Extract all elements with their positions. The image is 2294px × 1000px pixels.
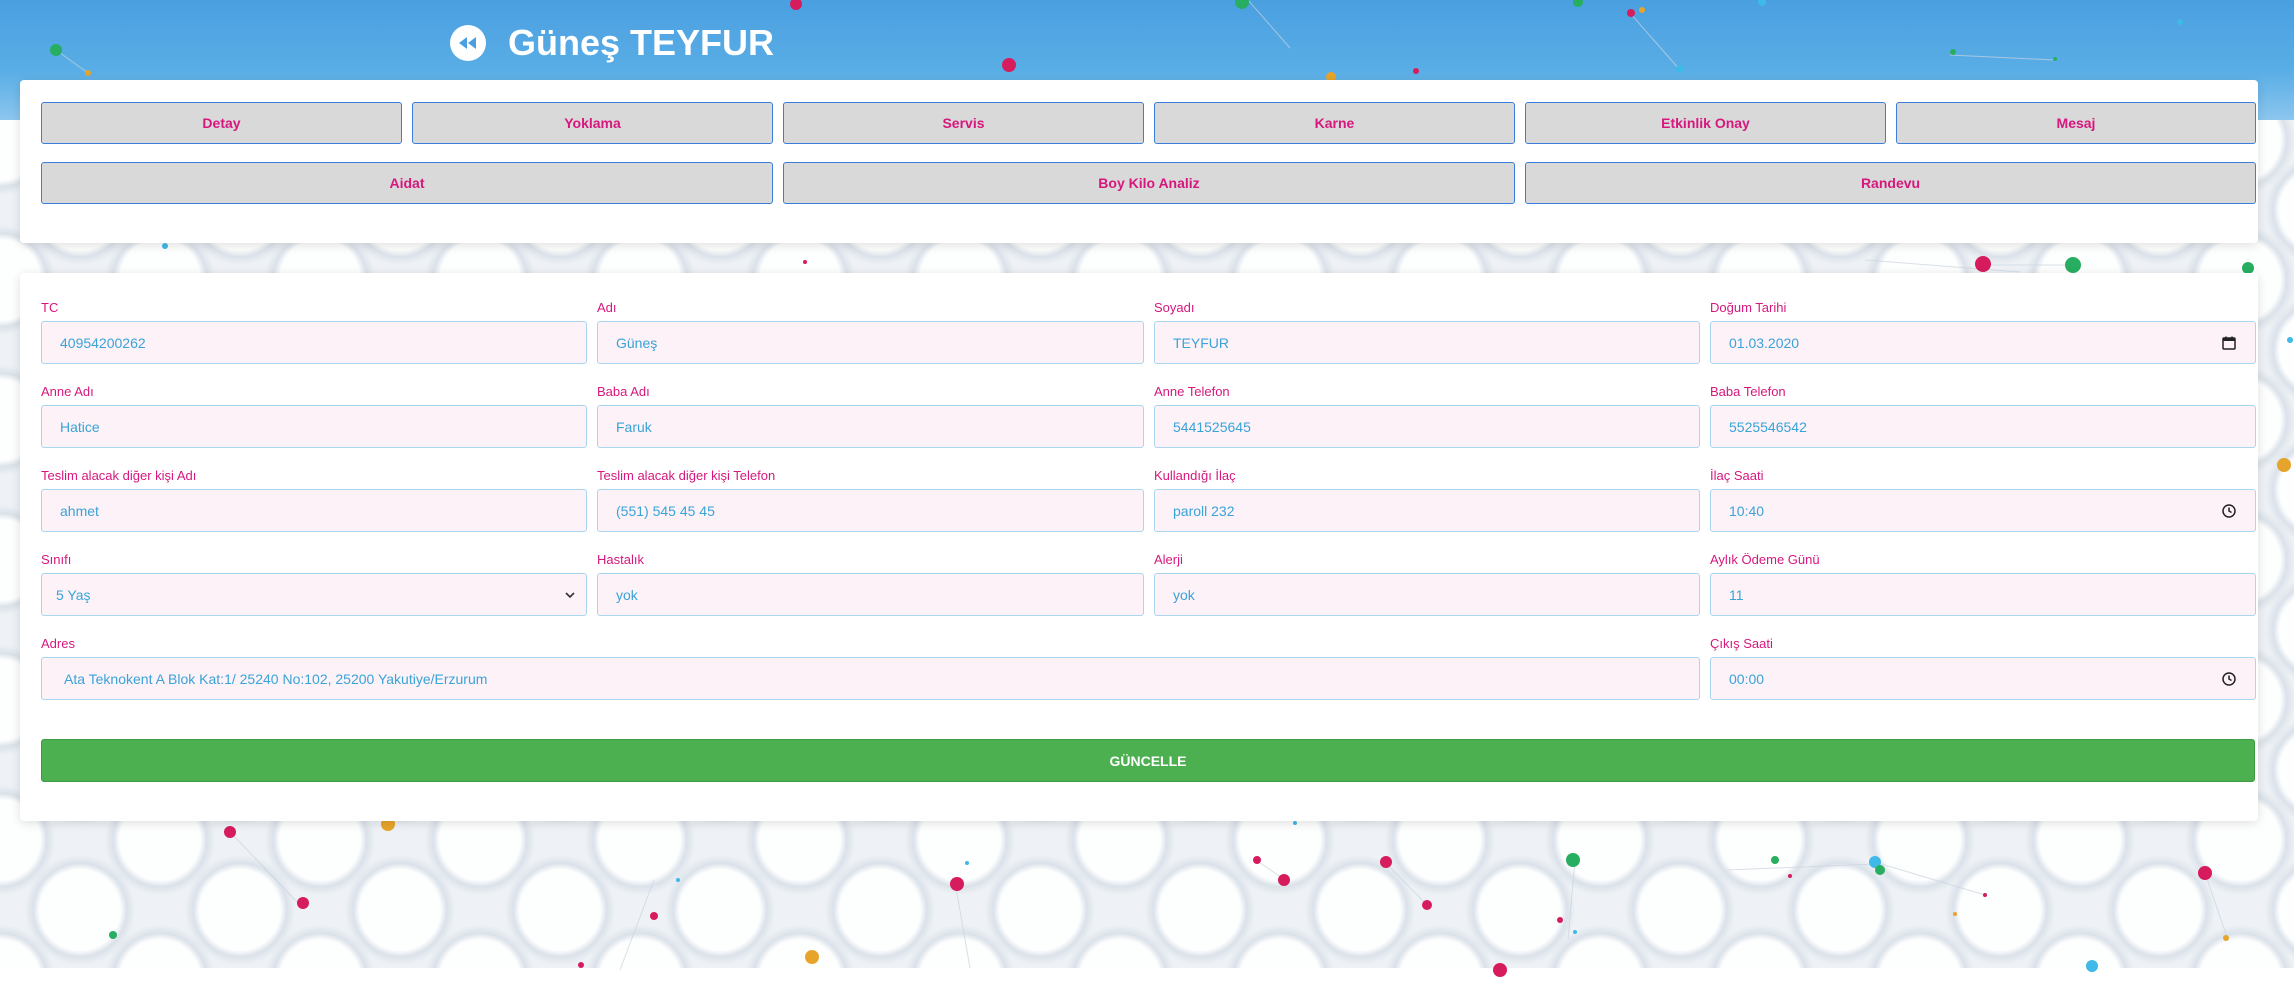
dogum-tarihi-input[interactable]: 01.03.2020 (1710, 321, 2256, 364)
teslim-telefon-value: (551) 545 45 45 (616, 502, 715, 519)
tc-field: TC 40954200262 (41, 300, 587, 364)
odeme-gunu-field: Aylık Ödeme Günü 11 (1710, 552, 2256, 616)
adi-input[interactable]: Güneş (597, 321, 1144, 364)
ilac-saati-field: İlaç Saati 10:40 (1710, 468, 2256, 532)
odeme-gunu-input[interactable]: 11 (1710, 573, 2256, 616)
tc-input[interactable]: 40954200262 (41, 321, 587, 364)
clock-icon[interactable] (2221, 503, 2237, 519)
anne-adi-field: Anne Adı Hatice (41, 384, 587, 448)
ilac-label: Kullandığı İlaç (1154, 468, 1236, 483)
soyadi-field: Soyadı TEYFUR (1154, 300, 1700, 364)
sinifi-value: 5 Yaş (56, 586, 91, 603)
aidat-button[interactable]: Aidat (41, 162, 773, 204)
adi-label: Adı (597, 300, 617, 315)
clock-icon[interactable] (2221, 671, 2237, 687)
anne-adi-label: Anne Adı (41, 384, 94, 399)
baba-adi-label: Baba Adı (597, 384, 650, 399)
baba-adi-input[interactable]: Faruk (597, 405, 1144, 448)
ilac-saati-label: İlaç Saati (1710, 468, 1764, 483)
anne-telefon-field: Anne Telefon 5441525645 (1154, 384, 1700, 448)
mesaj-button[interactable]: Mesaj (1896, 102, 2256, 144)
alerji-input[interactable]: yok (1154, 573, 1700, 616)
sinifi-label: Sınıfı (41, 552, 72, 567)
cikis-saati-input[interactable]: 00:00 (1710, 657, 2256, 700)
teslim-adi-input[interactable]: ahmet (41, 489, 587, 532)
boy-kilo-analiz-button[interactable]: Boy Kilo Analiz (783, 162, 1515, 204)
dogum-tarihi-value: 01.03.2020 (1729, 334, 1800, 351)
guncelle-button[interactable]: GÜNCELLE (41, 739, 2255, 782)
tc-label: TC (41, 300, 59, 315)
alerji-label: Alerji (1154, 552, 1183, 567)
alerji-value: yok (1173, 586, 1195, 603)
teslim-telefon-input[interactable]: (551) 545 45 45 (597, 489, 1144, 532)
ilac-field: Kullandığı İlaç paroll 232 (1154, 468, 1700, 532)
page-bottom (0, 968, 2294, 1000)
anne-telefon-value: 5441525645 (1173, 418, 1251, 435)
ilac-input[interactable]: paroll 232 (1154, 489, 1700, 532)
adi-value: Güneş (616, 334, 658, 351)
cikis-saati-field: Çıkış Saati 00:00 (1710, 636, 2256, 700)
anne-telefon-label: Anne Telefon (1154, 384, 1230, 399)
baba-telefon-input[interactable]: 5525546542 (1710, 405, 2256, 448)
servis-button[interactable]: Servis (783, 102, 1144, 144)
anne-telefon-input[interactable]: 5441525645 (1154, 405, 1700, 448)
adres-field: Adres Ata Teknokent A Blok Kat:1/ 25240 … (41, 636, 1700, 700)
etkinlik-onay-button[interactable]: Etkinlik Onay (1525, 102, 1886, 144)
teslim-telefon-label: Teslim alacak diğer kişi Telefon (597, 468, 776, 483)
hastalik-label: Hastalık (597, 552, 644, 567)
back-button[interactable] (450, 25, 486, 61)
anne-adi-input[interactable]: Hatice (41, 405, 587, 448)
calendar-icon[interactable] (2221, 335, 2237, 351)
student-form-card: TC 40954200262 Adı Güneş Soyadı TEYFUR D… (20, 273, 2258, 821)
teslim-adi-value: ahmet (60, 502, 99, 519)
soyadi-value: TEYFUR (1173, 334, 1229, 351)
sinifi-select[interactable]: 5 Yaş (41, 573, 587, 616)
odeme-gunu-value: 11 (1729, 586, 1744, 603)
teslim-adi-label: Teslim alacak diğer kişi Adı (41, 468, 197, 483)
ilac-saati-input[interactable]: 10:40 (1710, 489, 2256, 532)
soyadi-input[interactable]: TEYFUR (1154, 321, 1700, 364)
chevron-down-icon (565, 591, 575, 598)
adres-label: Adres (41, 636, 75, 651)
anne-adi-value: Hatice (60, 418, 100, 435)
baba-adi-value: Faruk (616, 418, 652, 435)
karne-button[interactable]: Karne (1154, 102, 1515, 144)
baba-telefon-field: Baba Telefon 5525546542 (1710, 384, 2256, 448)
nav-card: Detay Yoklama Servis Karne Etkinlik Onay… (20, 80, 2258, 243)
page-title: Güneş TEYFUR (508, 22, 775, 63)
adres-input[interactable]: Ata Teknokent A Blok Kat:1/ 25240 No:102… (41, 657, 1700, 700)
page-header: Güneş TEYFUR (450, 22, 774, 64)
randevu-button[interactable]: Randevu (1525, 162, 2256, 204)
cikis-saati-value: 00:00 (1729, 670, 1765, 687)
teslim-telefon-field: Teslim alacak diğer kişi Telefon (551) 5… (597, 468, 1144, 532)
baba-telefon-label: Baba Telefon (1710, 384, 1786, 399)
teslim-adi-field: Teslim alacak diğer kişi Adı ahmet (41, 468, 587, 532)
dogum-tarihi-field: Doğum Tarihi 01.03.2020 (1710, 300, 2256, 364)
alerji-field: Alerji yok (1154, 552, 1700, 616)
hastalik-field: Hastalık yok (597, 552, 1144, 616)
soyadi-label: Soyadı (1154, 300, 1195, 315)
tc-value: 40954200262 (60, 334, 146, 351)
yoklama-button[interactable]: Yoklama (412, 102, 773, 144)
odeme-gunu-label: Aylık Ödeme Günü (1710, 552, 1820, 567)
adi-field: Adı Güneş (597, 300, 1144, 364)
sinifi-field: Sınıfı 5 Yaş (41, 552, 587, 616)
adres-value: Ata Teknokent A Blok Kat:1/ 25240 No:102… (64, 670, 488, 687)
baba-telefon-value: 5525546542 (1729, 418, 1807, 435)
rewind-icon (459, 37, 476, 49)
detay-button[interactable]: Detay (41, 102, 402, 144)
hastalik-input[interactable]: yok (597, 573, 1144, 616)
hastalik-value: yok (616, 586, 638, 603)
ilac-saati-value: 10:40 (1729, 502, 1765, 519)
dogum-tarihi-label: Doğum Tarihi (1710, 300, 1787, 315)
ilac-value: paroll 232 (1173, 502, 1235, 519)
cikis-saati-label: Çıkış Saati (1710, 636, 1773, 651)
baba-adi-field: Baba Adı Faruk (597, 384, 1144, 448)
